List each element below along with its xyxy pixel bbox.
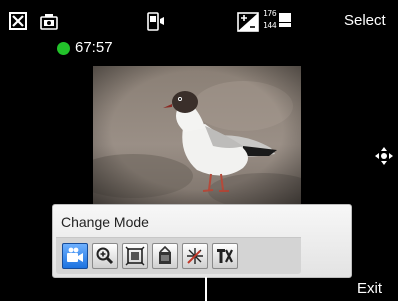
resolution-top-value: 176: [263, 9, 277, 18]
frame-icon: [125, 246, 145, 266]
select-softkey[interactable]: Select: [344, 12, 386, 30]
panel-title: Change Mode: [61, 214, 149, 230]
phone-device-icon: [147, 12, 164, 31]
mode-toolbar: [56, 237, 301, 274]
recording-indicator: [57, 42, 70, 55]
resolution-indicator: 176 144: [263, 9, 293, 35]
exposure-icon: [237, 12, 259, 32]
frame-button[interactable]: [122, 243, 148, 269]
close-icon[interactable]: [9, 12, 27, 30]
zoom-icon: [96, 247, 114, 265]
seagull-photo: [93, 66, 301, 209]
settings-tools-icon: [217, 249, 233, 263]
camera-viewfinder: [93, 66, 301, 209]
camera-roll-icon[interactable]: [38, 12, 60, 32]
exit-softkey[interactable]: Exit: [357, 280, 382, 298]
navigation-key-icon[interactable]: [374, 146, 394, 166]
video-camera-icon: [67, 247, 83, 262]
settings-button[interactable]: [212, 243, 238, 269]
zoom-button[interactable]: [92, 243, 118, 269]
scene-button[interactable]: [152, 243, 178, 269]
resolution-size-icon: [279, 13, 291, 27]
pointer-indicator: [205, 277, 207, 301]
resolution-bottom-value: 144: [263, 21, 277, 30]
scene-icon: [159, 246, 171, 264]
recording-timer: 67:57: [75, 39, 113, 56]
effects-icon: [187, 248, 203, 264]
video-mode-button[interactable]: [62, 243, 88, 269]
change-mode-panel: Change Mode: [52, 204, 352, 278]
effects-button[interactable]: [182, 243, 208, 269]
